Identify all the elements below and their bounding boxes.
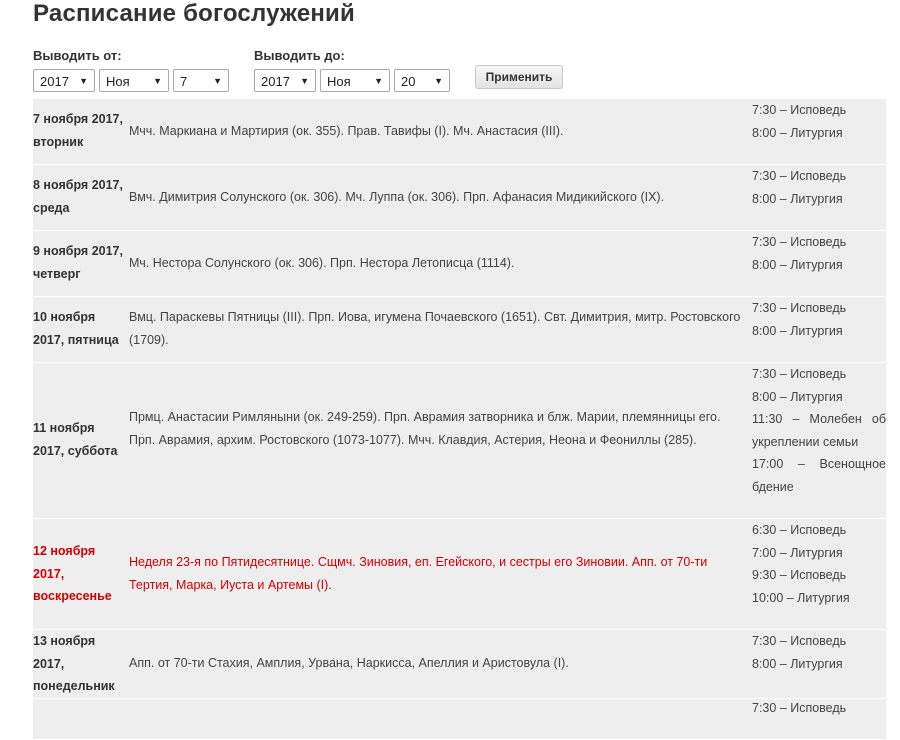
to-day-value: 20	[401, 74, 416, 89]
service-time: 7:30 – Исповедь	[752, 701, 847, 715]
service-time: 8:00 – Литургия	[752, 389, 843, 404]
chevron-down-icon: ▼	[300, 76, 309, 86]
schedule-description: Апп. от 70-ти Стахия, Амплия, Урвана, На…	[129, 656, 569, 670]
schedule-row: 9 ноября 2017, четверг Мч. Нестора Солун…	[33, 231, 886, 297]
schedule-description: Мчч. Маркиана и Мартирия (ок. 355). Прав…	[129, 124, 564, 138]
from-month-value: Ноя	[106, 74, 130, 89]
schedule-row: 10 ноября 2017, пятница Вмц. Параскевы П…	[33, 297, 886, 363]
schedule-services: 7:30 – Исповедь 8:00 – Литургия	[752, 630, 886, 675]
service-time: 7:00 – Литургия	[752, 545, 843, 560]
from-year-select[interactable]: 2017 ▼	[33, 69, 95, 92]
schedule-description: Вмч. Димитрия Солунского (ок. 306). Мч. …	[129, 190, 665, 204]
apply-button[interactable]: Применить	[475, 65, 563, 89]
to-label: Выводить до:	[254, 48, 345, 63]
from-day-select[interactable]: 7 ▼	[173, 69, 229, 92]
chevron-down-icon: ▼	[374, 76, 383, 86]
schedule-services: 7:30 – Исповедь 8:00 – Литургия 11:30 – …	[752, 363, 886, 498]
from-label: Выводить от:	[33, 48, 122, 63]
chevron-down-icon: ▼	[79, 76, 88, 86]
schedule-date: 12 ноября 2017, воскресенье	[33, 544, 112, 603]
service-time: 7:30 – Исповедь	[752, 103, 847, 117]
schedule-row: 7:30 – Исповедь	[33, 699, 886, 740]
service-time: 7:30 – Исповедь	[752, 367, 847, 381]
service-time: 7:30 – Исповедь	[752, 301, 847, 315]
schedule-row: 13 ноября 2017, понедельник Апп. от 70-т…	[33, 630, 886, 699]
to-year-select[interactable]: 2017 ▼	[254, 69, 316, 92]
schedule-row: 11 ноября 2017, суббота Прмц. Анастасии …	[33, 363, 886, 519]
schedule-description: Вмц. Параскевы Пятницы (III). Прп. Иова,…	[129, 310, 741, 347]
service-time: 8:00 – Литургия	[752, 257, 843, 272]
schedule-date: 7 ноября 2017, вторник	[33, 112, 123, 149]
from-filter-group: Выводить от:	[33, 47, 122, 65]
from-year-value: 2017	[40, 74, 69, 89]
page-title: Расписание богослужений	[33, 0, 355, 27]
schedule-description: Мч. Нестора Солунского (ок. 306). Прп. Н…	[129, 256, 515, 270]
service-time: 11:30 – Молебен об укреплении семьи	[752, 412, 886, 449]
to-month-value: Ноя	[327, 74, 351, 89]
to-day-select[interactable]: 20 ▼	[394, 69, 450, 92]
schedule-row: 7 ноября 2017, вторник Мчч. Маркиана и М…	[33, 99, 886, 165]
schedule-date: 9 ноября 2017, четверг	[33, 244, 123, 281]
schedule-date: 11 ноября 2017, суббота	[33, 421, 118, 458]
service-time: 6:30 – Исповедь	[752, 523, 847, 537]
schedule-description: Прмц. Анастасии Римляныни (ок. 249-259).…	[129, 410, 721, 447]
schedule-services: 7:30 – Исповедь 8:00 – Литургия	[752, 165, 886, 210]
schedule-row: 8 ноября 2017, среда Вмч. Димитрия Солун…	[33, 165, 886, 231]
service-time: 17:00 – Всенощное бдение	[752, 457, 886, 494]
schedule-date: 10 ноября 2017, пятница	[33, 310, 119, 347]
from-month-select[interactable]: Ноя ▼	[99, 69, 169, 92]
to-filter-group: Выводить до:	[254, 47, 345, 65]
from-day-value: 7	[180, 74, 188, 89]
schedule-row-sunday: 12 ноября 2017, воскресенье Неделя 23-я …	[33, 519, 886, 630]
schedule-services: 7:30 – Исповедь	[752, 699, 886, 720]
service-time: 10:00 – Литургия	[752, 590, 850, 605]
service-time: 8:00 – Литургия	[752, 656, 843, 671]
schedule-services: 7:30 – Исповедь 8:00 – Литургия	[752, 99, 886, 144]
service-time: 7:30 – Исповедь	[752, 169, 847, 183]
service-time: 8:00 – Литургия	[752, 323, 843, 338]
service-time: 7:30 – Исповедь	[752, 235, 847, 249]
service-time: 8:00 – Литургия	[752, 125, 843, 140]
service-time: 8:00 – Литургия	[752, 191, 843, 206]
date-filter-form: Выводить от: 2017 ▼ Ноя ▼ 7 ▼ Выводить д…	[33, 47, 833, 97]
schedule-date: 8 ноября 2017, среда	[33, 178, 123, 215]
service-time: 9:30 – Исповедь	[752, 568, 847, 582]
schedule-services: 7:30 – Исповедь 8:00 – Литургия	[752, 297, 886, 342]
schedule-description: Неделя 23-я по Пятидесятнице. Сщмч. Зино…	[129, 555, 708, 592]
chevron-down-icon: ▼	[153, 76, 162, 86]
service-time: 7:30 – Исповедь	[752, 634, 847, 648]
to-year-value: 2017	[261, 74, 290, 89]
to-month-select[interactable]: Ноя ▼	[320, 69, 390, 92]
schedule-services: 6:30 – Исповедь 7:00 – Литургия 9:30 – И…	[752, 519, 886, 609]
schedule-table: 7 ноября 2017, вторник Мчч. Маркиана и М…	[33, 99, 886, 740]
schedule-services: 7:30 – Исповедь 8:00 – Литургия	[752, 231, 886, 276]
chevron-down-icon: ▼	[434, 76, 443, 86]
schedule-date: 13 ноября 2017, понедельник	[33, 634, 115, 693]
chevron-down-icon: ▼	[213, 76, 222, 86]
